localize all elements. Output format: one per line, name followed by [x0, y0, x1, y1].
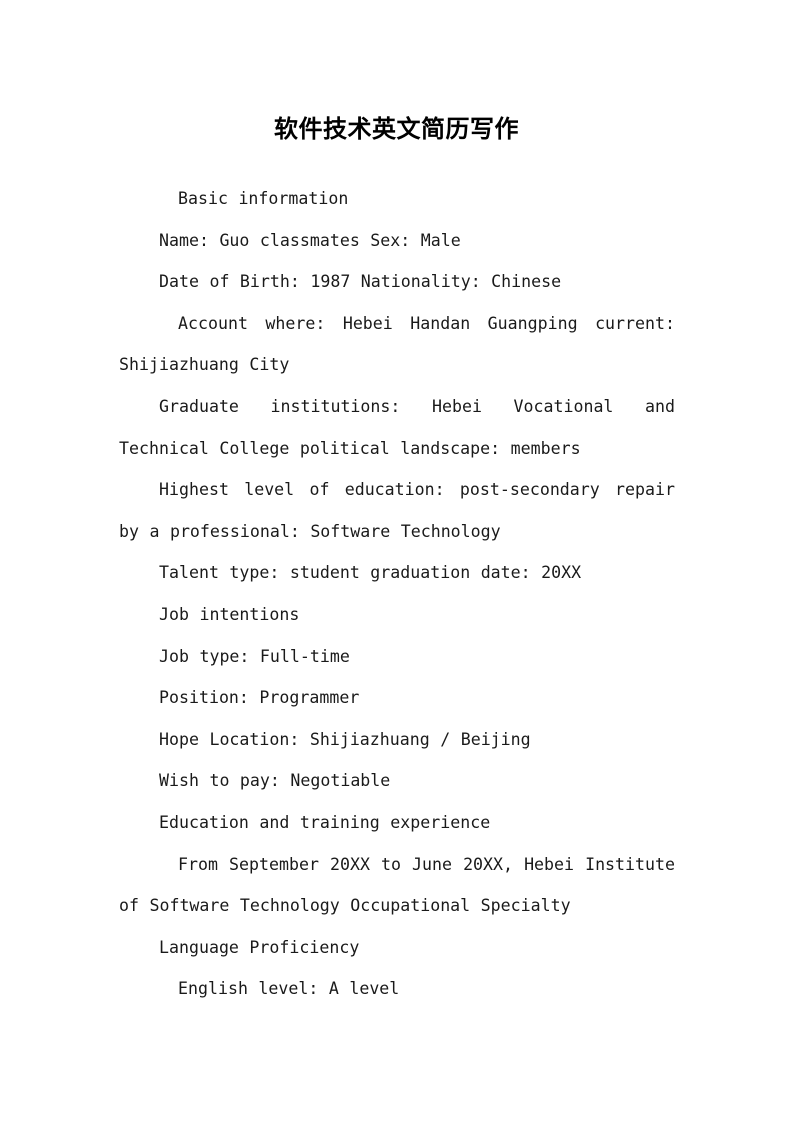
paragraph-job-intentions-heading: Job intentions [159, 604, 300, 624]
paragraph-name-sex: Name: Guo classmates Sex: Male [159, 230, 461, 250]
paragraph-position: Position: Programmer [159, 688, 360, 708]
paragraph-account-location: Account where: Hebei Handan Guangping cu… [119, 313, 675, 375]
paragraph-hope-location: Hope Location: Shijiazhuang / Beijing [159, 729, 531, 749]
paragraph-job-type: Job type: Full-time [159, 646, 350, 666]
document-page: 软件技术英文简历写作 Basic information Name: Guo c… [0, 0, 793, 1122]
paragraph-language-proficiency-heading: Language Proficiency [159, 937, 360, 957]
paragraph-education-training-heading: Education and training experience [159, 812, 491, 832]
paragraph-english-level: English level: A level [178, 979, 400, 999]
paragraph-birth-nationality: Date of Birth: 1987 Nationality: Chinese [159, 272, 562, 292]
page-title: 软件技术英文简历写作 [274, 115, 519, 143]
document-body: Basic information Name: Guo classmates S… [119, 178, 675, 1010]
paragraph-graduate-institution: Graduate institutions: Hebei Vocational … [119, 396, 675, 458]
paragraph-highest-education: Highest level of education: post-seconda… [119, 480, 675, 541]
paragraph-education-entry: From September 20XX to June 20XX, Hebei … [119, 854, 675, 916]
paragraph-basic-information-heading: Basic information [178, 189, 349, 208]
paragraph-wish-to-pay: Wish to pay: Negotiable [159, 771, 391, 791]
paragraph-talent-type: Talent type: student graduation date: 20… [159, 563, 582, 583]
